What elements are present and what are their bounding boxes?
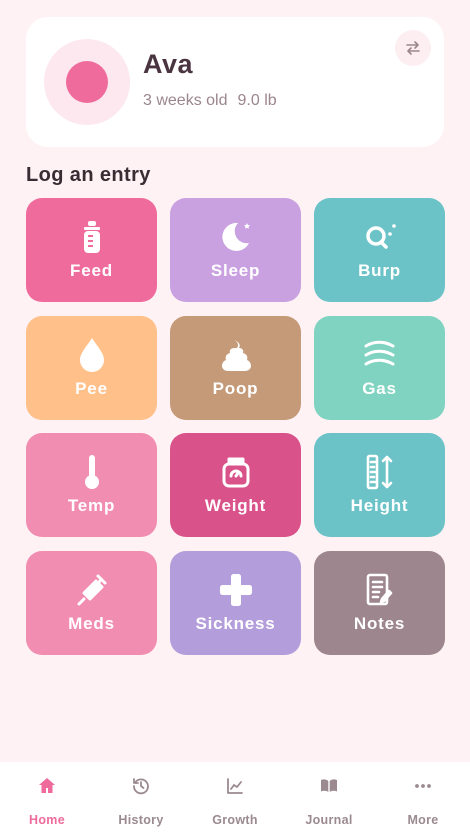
nav-journal[interactable]: Journal	[282, 762, 376, 835]
swap-icon	[406, 41, 420, 55]
nav-history-label: History	[118, 813, 164, 827]
burp-label: Burp	[358, 261, 401, 280]
plus-icon	[218, 572, 254, 608]
nav-home-label: Home	[29, 813, 65, 827]
poop-icon	[218, 337, 254, 373]
gas-label: Gas	[362, 378, 397, 398]
nav-more[interactable]: More	[376, 762, 470, 835]
temp-button[interactable]: Temp	[26, 433, 157, 537]
nav-growth[interactable]: Growth	[188, 762, 282, 835]
chart-icon	[224, 775, 246, 797]
baby-name: Ava	[143, 49, 194, 79]
meds-label: Meds	[68, 613, 115, 633]
sleep-label: Sleep	[210, 261, 261, 280]
poop-label: Poop	[212, 378, 259, 398]
avatar-dot	[66, 61, 108, 103]
meds-button[interactable]: Meds	[26, 550, 157, 655]
ruler-icon	[362, 454, 398, 490]
moon-icon	[218, 219, 254, 255]
nav-growth-label: Growth	[212, 813, 258, 827]
bottle-icon	[74, 219, 110, 255]
profile-card: Ava 3 weeks old 9.0 lb	[26, 17, 444, 147]
baby-meta: 3 weeks old 9.0 lb	[143, 92, 277, 110]
weight-label: Weight	[204, 496, 267, 515]
notes-icon	[362, 572, 398, 608]
notes-button[interactable]: Notes	[314, 550, 445, 655]
sickness-button[interactable]: Sickness	[170, 550, 301, 655]
book-icon	[318, 775, 340, 797]
thermometer-icon	[74, 454, 110, 490]
feed-label: Feed	[70, 261, 113, 280]
avatar	[44, 39, 130, 125]
home-icon	[36, 775, 58, 797]
droplet-icon	[74, 337, 110, 373]
nav-home[interactable]: Home	[0, 762, 94, 835]
syringe-icon	[74, 572, 110, 608]
weight-button[interactable]: Weight	[170, 433, 301, 537]
height-label: Height	[350, 496, 409, 515]
burp-icon	[362, 219, 398, 255]
switch-profile-button[interactable]	[395, 30, 431, 66]
pee-button[interactable]: Pee	[26, 315, 157, 420]
gas-button[interactable]: Gas	[314, 315, 445, 420]
nav-journal-label: Journal	[305, 813, 353, 827]
height-button[interactable]: Height	[314, 433, 445, 537]
more-icon	[412, 775, 434, 797]
scale-icon	[218, 454, 254, 490]
pee-label: Pee	[75, 378, 108, 398]
sleep-button[interactable]: Sleep	[170, 198, 301, 302]
baby-age: 3 weeks old	[143, 92, 228, 109]
section-title: Log an entry	[26, 164, 151, 186]
wind-icon	[362, 337, 398, 373]
temp-label: Temp	[67, 496, 116, 515]
baby-weight: 9.0 lb	[237, 92, 277, 109]
poop-button[interactable]: Poop	[170, 315, 301, 420]
nav-more-label: More	[407, 813, 439, 827]
history-icon	[130, 775, 152, 797]
feed-button[interactable]: Feed	[26, 198, 157, 302]
nav-history[interactable]: History	[94, 762, 188, 835]
burp-button[interactable]: Burp	[314, 198, 445, 302]
sickness-label: Sickness	[195, 613, 276, 633]
bottom-nav: Home History Growth Journal More	[0, 762, 470, 835]
entry-grid: Feed Sleep Burp Pee Poop Gas Temp Weight…	[26, 198, 445, 655]
notes-label: Notes	[353, 613, 406, 633]
